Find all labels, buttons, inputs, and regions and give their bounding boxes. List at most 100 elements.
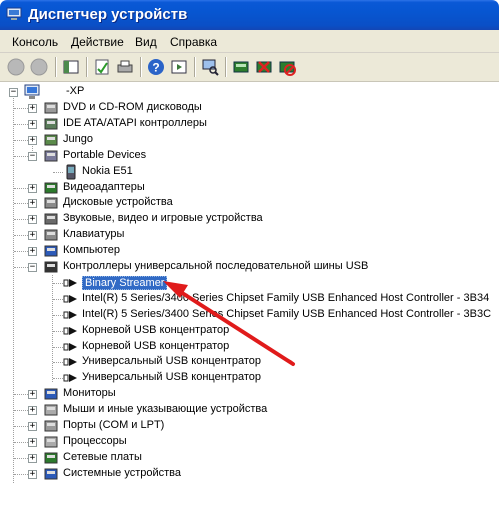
expand-icon[interactable]: + [28, 183, 37, 193]
usb-device-icon [63, 374, 77, 383]
expand-icon[interactable]: + [28, 437, 37, 447]
tree-device[interactable]: Универсальный USB концентратор [0, 370, 499, 386]
usb-device-icon [63, 358, 77, 367]
tree-device-label: Intel(R) 5 Series/3400 Series Chipset Fa… [82, 307, 492, 320]
tree-category[interactable]: + Мыши и иные указывающие устройства [0, 402, 499, 418]
tree-category-label: Контроллеры универсальной последовательн… [63, 260, 369, 272]
device-manager-icon [6, 7, 22, 20]
tree-device-label: Binary Streamer [82, 275, 168, 290]
menu-action[interactable]: Действие [71, 35, 124, 49]
title-bar[interactable]: Диспетчер устройств [0, 0, 499, 30]
tree-category[interactable]: + Порты (COM и LPT) [0, 418, 499, 434]
tree-category[interactable]: + Jungo [0, 132, 499, 148]
tree-device-label: Intel(R) 5 Series/3400 Series Chipset Fa… [82, 291, 490, 304]
expand-icon[interactable]: + [28, 422, 37, 431]
expand-icon[interactable]: + [28, 119, 37, 129]
show-hide-pane-icon[interactable] [169, 57, 189, 77]
expand-icon[interactable]: + [28, 247, 37, 257]
scan-hardware-icon[interactable] [200, 57, 220, 77]
expand-icon[interactable]: + [28, 453, 37, 463]
tree-category[interactable]: + Дисковые устройства [0, 195, 499, 211]
portable-devices-icon [44, 150, 58, 162]
expand-icon[interactable]: + [28, 135, 37, 145]
toolbar: ? [0, 53, 499, 82]
tree-category-label: Системные устройства [63, 466, 182, 479]
expand-icon[interactable]: + [28, 390, 37, 400]
monitor-icon [44, 388, 58, 400]
tree-device[interactable]: Nokia E51 [0, 164, 499, 180]
menu-console[interactable]: Консоль [12, 35, 58, 49]
tree-category-label: Клавиатуры [63, 228, 125, 241]
print-icon[interactable] [115, 57, 135, 77]
tree-category-label: Portable Devices [63, 148, 147, 161]
tree-device[interactable]: Универсальный USB концентратор [0, 354, 499, 370]
computer-icon [44, 245, 58, 257]
tree-root[interactable]: − -XP [0, 84, 499, 100]
tree-category[interactable]: + Видеоадаптеры [0, 180, 499, 196]
tree-category[interactable]: + DVD и CD-ROM дисководы [0, 100, 499, 116]
tree-category[interactable]: + Сетевые платы [0, 450, 499, 466]
expand-icon[interactable]: + [28, 215, 37, 225]
tree-category-label: Процессоры [63, 434, 127, 447]
expand-icon[interactable]: + [28, 231, 37, 241]
uninstall-device-icon[interactable] [277, 57, 297, 77]
menu-help[interactable]: Справка [170, 35, 217, 49]
tree-device[interactable]: Корневой USB концентратор [0, 339, 499, 355]
window-title: Диспетчер устройств [28, 6, 188, 23]
tree-device-label: Универсальный USB концентратор [82, 371, 261, 384]
collapse-icon[interactable]: − [9, 88, 18, 97]
tree-device[interactable]: Корневой USB концентратор [0, 323, 499, 339]
update-driver-icon[interactable] [231, 57, 251, 77]
tree-category[interactable]: + Клавиатуры [0, 227, 499, 243]
device-tree: − -XP + DVD и CD-ROM дисководы + IDE ATA/AT… [0, 82, 499, 508]
tree-category[interactable]: + IDE ATA/ATAPI контроллеры [0, 116, 499, 132]
collapse-icon[interactable]: − [28, 263, 37, 272]
menu-view[interactable]: Вид [135, 35, 157, 49]
back-icon[interactable] [6, 57, 26, 77]
usb-device-icon [63, 326, 77, 335]
disk-drive-icon [44, 197, 58, 209]
disable-device-icon[interactable] [254, 57, 274, 77]
tree-device[interactable]: Binary Streamer [0, 275, 499, 291]
tree-root-label: -XP [66, 85, 85, 97]
expand-icon[interactable]: + [28, 199, 37, 209]
help-icon[interactable]: ? [146, 57, 166, 77]
tree-device[interactable]: Intel(R) 5 Series/3400 Series Chipset Fa… [0, 291, 499, 307]
tree-category-label: Компьютер [63, 244, 120, 257]
processor-icon [44, 436, 58, 448]
tree-category-label: Порты (COM и LPT) [63, 419, 165, 431]
ide-controller-icon [44, 118, 58, 130]
tree-category-label: IDE ATA/ATAPI контроллеры [63, 116, 207, 129]
tree-device-label: Универсальный USB концентратор [82, 355, 261, 368]
expand-icon[interactable]: + [28, 104, 37, 113]
expand-icon[interactable]: + [28, 469, 37, 479]
mouse-icon [44, 404, 58, 416]
menu-bar: Консоль Действие Вид Справка [0, 30, 499, 53]
tree-category[interactable]: + Компьютер [0, 243, 499, 259]
properties-icon[interactable] [92, 57, 112, 77]
tree-category-label: Видеоадаптеры [63, 180, 145, 193]
tree-category[interactable]: + Мониторы [0, 386, 499, 402]
dvd-drive-icon [44, 102, 58, 114]
usb-device-icon [63, 342, 77, 351]
keyboard-icon [44, 229, 58, 241]
system-device-icon [44, 468, 58, 480]
tree-category[interactable]: + Звуковые, видео и игровые устройства [0, 211, 499, 227]
tree-category[interactable]: + Системные устройства [0, 466, 499, 482]
svg-text:?: ? [152, 61, 159, 75]
tree-category[interactable]: + Процессоры [0, 434, 499, 450]
tree-category[interactable]: − Контроллеры универсальной последователь… [0, 259, 499, 275]
show-hide-tree-icon[interactable] [61, 57, 81, 77]
forward-icon[interactable] [29, 57, 49, 77]
tree-category-label: Мониторы [63, 387, 116, 400]
expand-icon[interactable]: + [28, 406, 37, 416]
tree-device-label: Корневой USB концентратор [82, 339, 230, 352]
sound-icon [44, 213, 58, 225]
collapse-icon[interactable]: − [28, 151, 37, 161]
tree-category[interactable]: − Portable Devices [0, 148, 499, 164]
computer-icon [24, 84, 40, 99]
tree-category-label: Сетевые платы [63, 450, 142, 463]
tree-device[interactable]: Intel(R) 5 Series/3400 Series Chipset Fa… [0, 307, 499, 323]
display-adapter-icon [44, 182, 58, 193]
usb-device-icon [63, 310, 77, 319]
